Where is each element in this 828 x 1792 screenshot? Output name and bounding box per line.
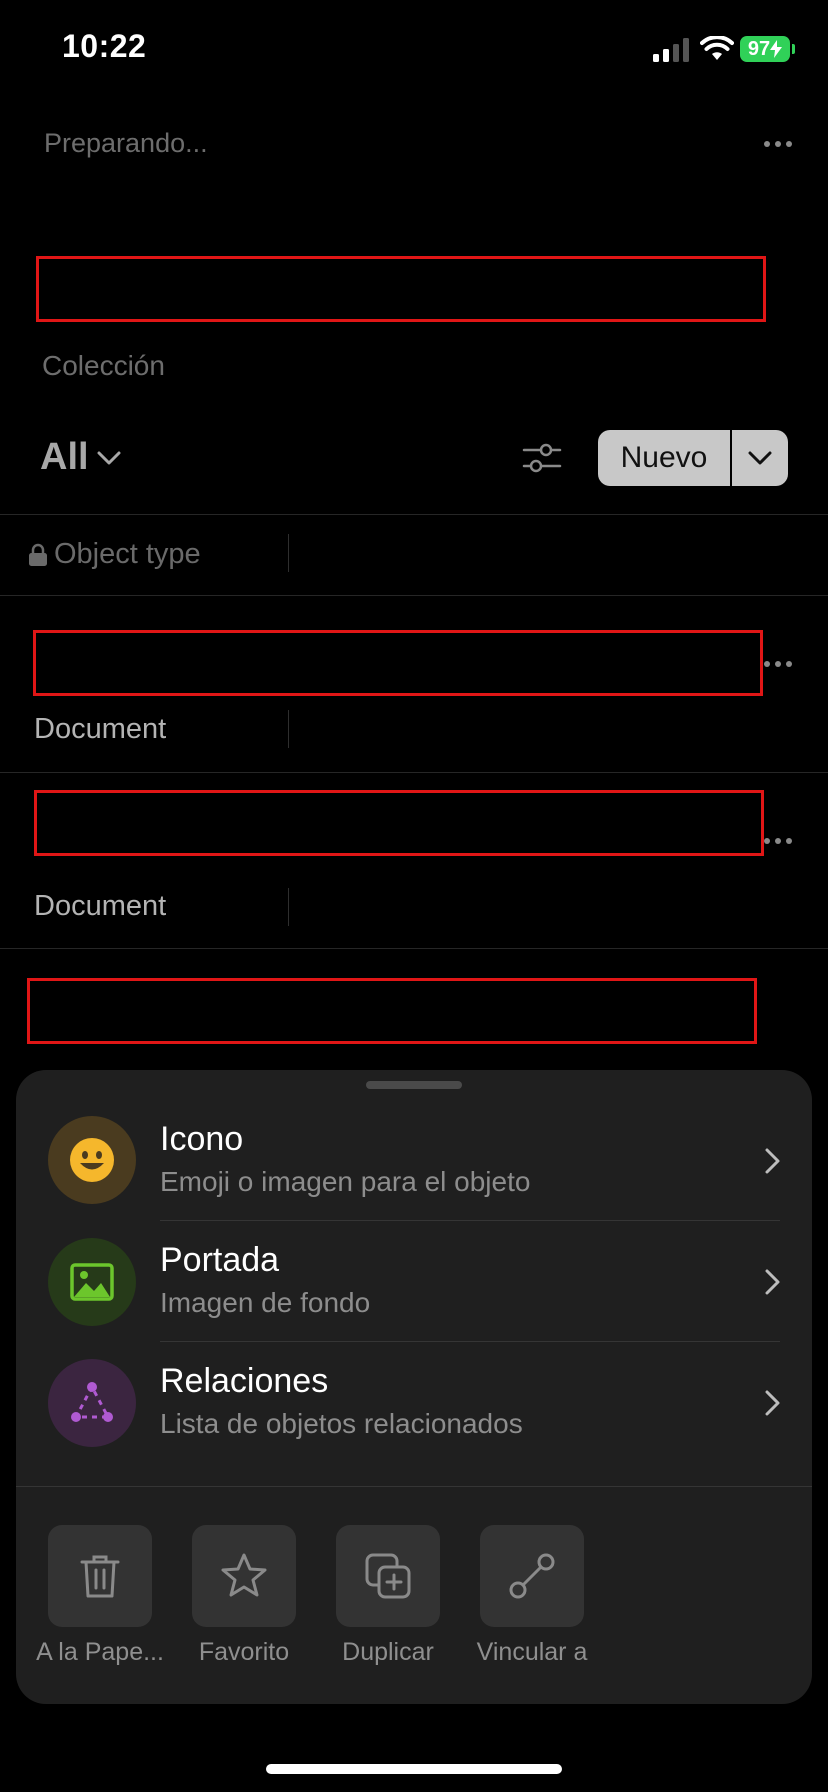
new-object-button[interactable]: Nuevo	[598, 430, 730, 486]
more-options-icon[interactable]	[764, 141, 792, 147]
chevron-down-icon	[748, 451, 772, 465]
favorite-button[interactable]	[192, 1525, 296, 1627]
trash-icon	[80, 1555, 120, 1598]
action-label: Duplicar	[342, 1638, 434, 1666]
filter-settings-icon[interactable]	[522, 438, 562, 478]
column-header-label: Object type	[54, 538, 201, 570]
sync-status-text: Preparando...	[44, 128, 208, 158]
home-indicator[interactable]	[266, 1764, 562, 1774]
chevron-right-icon	[765, 1269, 780, 1295]
column-divider	[288, 710, 289, 748]
menu-separator	[160, 1341, 780, 1342]
menu-separator	[160, 1220, 780, 1221]
column-divider	[288, 888, 289, 926]
battery-indicator: 97	[740, 36, 790, 62]
new-object-options-button[interactable]	[732, 430, 788, 486]
chevron-down-icon	[97, 451, 121, 464]
menu-item-title: Icono	[160, 1120, 244, 1158]
row-title-redacted[interactable]	[34, 790, 764, 856]
row-more-icon[interactable]	[764, 838, 792, 844]
chevron-right-icon	[765, 1148, 780, 1174]
menu-item-cover[interactable]	[36, 1228, 796, 1332]
lock-icon	[29, 543, 47, 566]
charging-bolt-icon	[770, 40, 783, 58]
divider	[0, 595, 828, 596]
column-divider	[288, 534, 289, 572]
chevron-right-icon	[765, 1390, 780, 1416]
cellular-signal-icon	[653, 38, 689, 62]
link-icon	[509, 1553, 555, 1599]
divider	[0, 948, 828, 949]
battery-tip	[792, 44, 795, 54]
link-to-button[interactable]	[480, 1525, 584, 1627]
divider	[0, 772, 828, 773]
status-time: 10:22	[62, 28, 147, 64]
divider	[0, 514, 828, 515]
emoji-icon	[48, 1116, 136, 1204]
menu-item-subtitle: Emoji o imagen para el objeto	[160, 1166, 531, 1197]
view-label: All	[40, 436, 89, 478]
duplicate-button[interactable]	[336, 1525, 440, 1627]
column-header-object-type[interactable]: Object type	[28, 538, 201, 571]
action-label: Vincular a	[476, 1638, 588, 1666]
wifi-icon	[700, 36, 734, 60]
row-title-redacted[interactable]	[27, 978, 757, 1044]
battery-level: 97	[747, 37, 771, 60]
view-selector[interactable]: All	[40, 436, 121, 479]
title-field-redacted[interactable]	[36, 256, 766, 322]
row-more-icon[interactable]	[764, 661, 792, 667]
move-to-bin-button[interactable]	[48, 1525, 152, 1627]
image-icon	[48, 1238, 136, 1326]
action-label: A la Pape...	[36, 1638, 164, 1666]
collection-label: Colección	[42, 350, 165, 381]
star-icon	[221, 1553, 267, 1597]
sheet-grabber[interactable]	[366, 1081, 462, 1089]
row-type-cell: Document	[34, 890, 167, 922]
actions-divider	[16, 1486, 812, 1487]
menu-item-subtitle: Lista de objetos relacionados	[160, 1408, 523, 1439]
menu-item-title: Portada	[160, 1241, 280, 1279]
action-label: Favorito	[198, 1638, 290, 1666]
duplicate-icon	[365, 1553, 411, 1599]
menu-item-title: Relaciones	[160, 1362, 329, 1400]
row-type-cell: Document	[34, 713, 167, 745]
relations-icon	[48, 1359, 136, 1447]
menu-item-subtitle: Imagen de fondo	[160, 1287, 371, 1318]
screen: 10:22 97 Preparando... Colección All Nue…	[0, 0, 828, 1792]
row-title-redacted[interactable]	[33, 630, 763, 696]
